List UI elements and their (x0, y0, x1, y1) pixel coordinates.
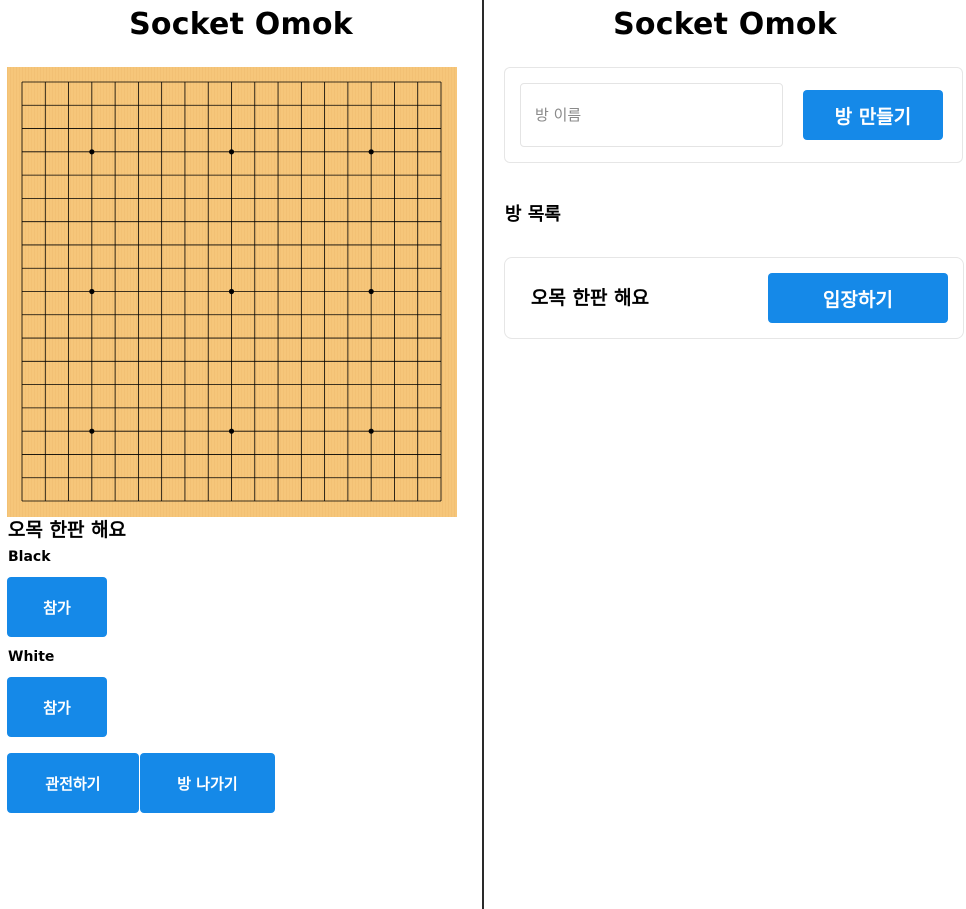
room-name: 오목 한판 해요 (8, 519, 127, 541)
star-point (89, 288, 95, 295)
room-list-item-name: 오목 한판 해요 (531, 287, 650, 309)
app-title: Socket Omok (613, 7, 837, 42)
enter-room-button[interactable]: 입장하기 (768, 273, 948, 323)
star-point (89, 149, 95, 155)
star-point (228, 428, 235, 434)
star-point (228, 149, 235, 155)
omok-board[interactable] (7, 67, 457, 517)
app-root: Socket Omok 오목 한판 해요 Black 참가 White 참가 관… (0, 0, 966, 909)
black-player-label: Black (8, 549, 51, 565)
star-point (368, 149, 374, 155)
spectate-button[interactable]: 관전하기 (7, 753, 139, 813)
star-point (89, 428, 95, 434)
room-list-title: 방 목록 (505, 204, 561, 225)
game-room-pane: Socket Omok 오목 한판 해요 Black 참가 White 참가 관… (0, 0, 482, 909)
board-grid (21, 81, 442, 502)
star-point (228, 288, 235, 295)
create-room-card: 방 만들기 (504, 67, 963, 163)
lobby-pane: Socket Omok 방 만들기 방 목록 오목 한판 해요 입장하기 (484, 0, 966, 909)
star-point (368, 428, 374, 434)
create-room-button[interactable]: 방 만들기 (803, 90, 943, 140)
white-player-label: White (8, 649, 55, 665)
star-point (368, 288, 374, 295)
black-join-button[interactable]: 참가 (7, 577, 107, 637)
leave-room-button[interactable]: 방 나가기 (140, 753, 275, 813)
room-list-item: 오목 한판 해요 입장하기 (504, 257, 964, 339)
white-join-button[interactable]: 참가 (7, 677, 107, 737)
room-name-input[interactable] (520, 83, 783, 147)
app-title: Socket Omok (129, 7, 353, 42)
